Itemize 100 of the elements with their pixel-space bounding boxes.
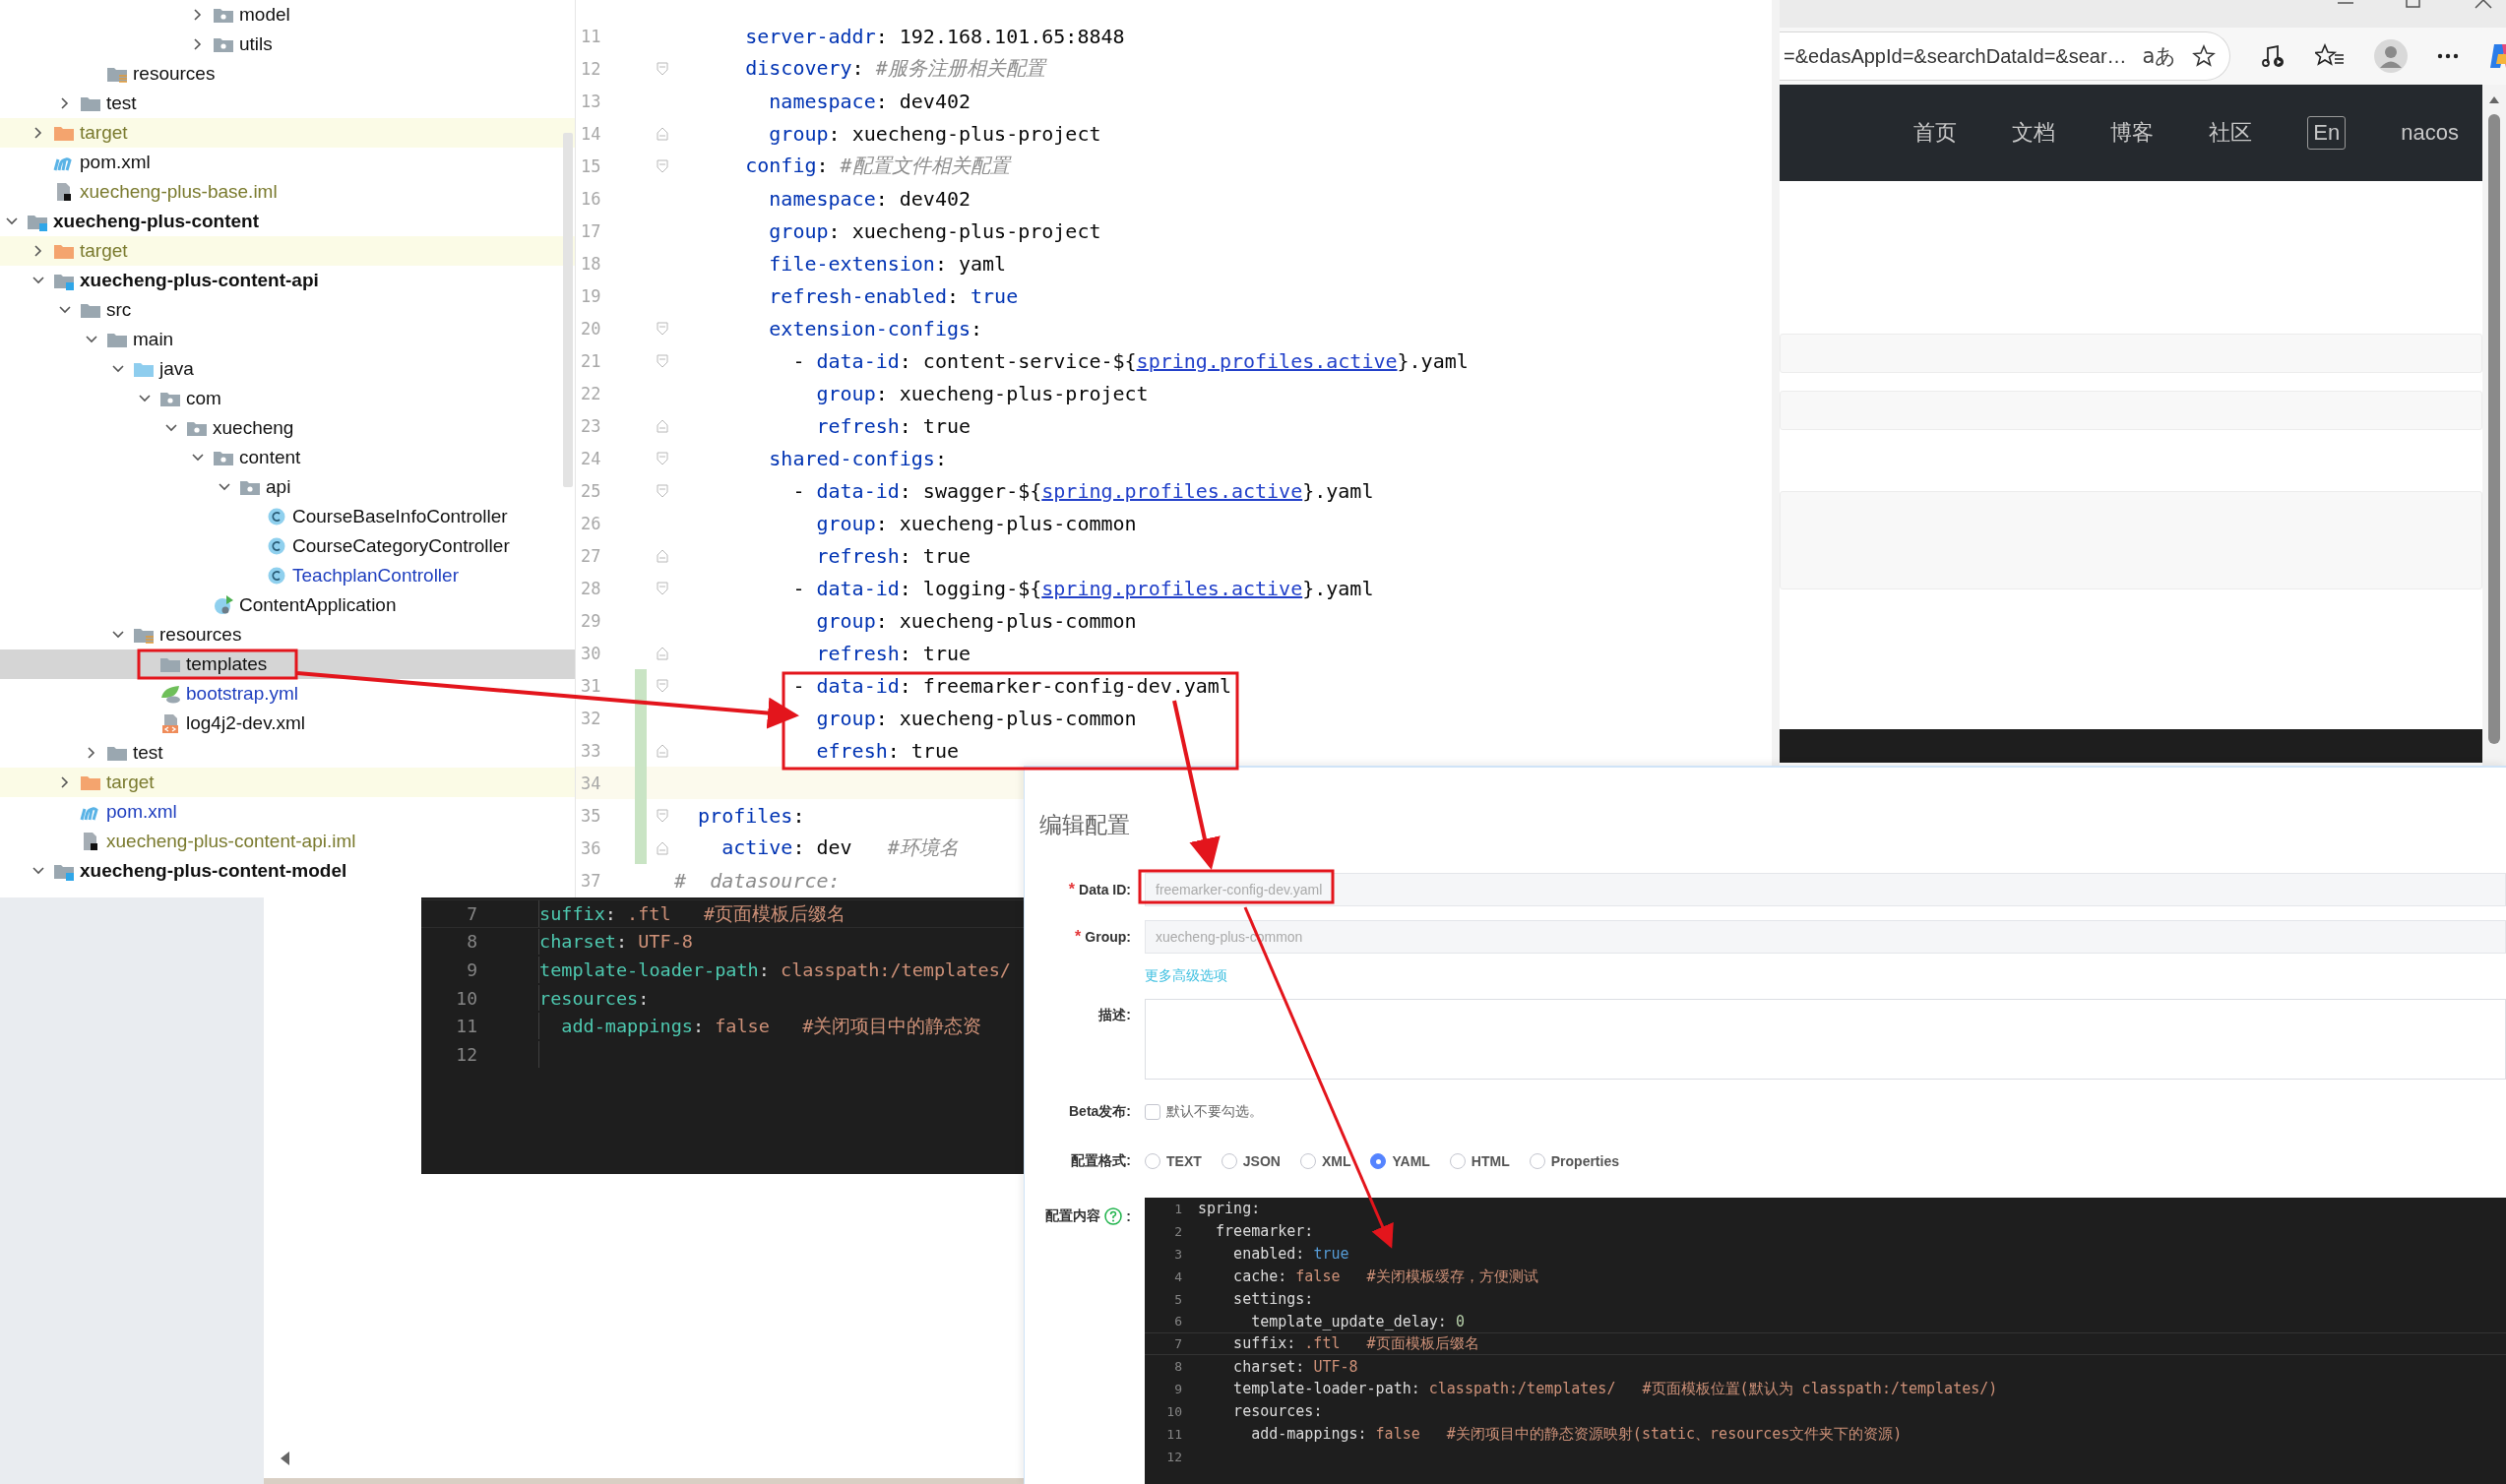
tree-item[interactable]: TeachplanController: [0, 561, 575, 590]
close-icon[interactable]: [2475, 0, 2492, 10]
tree-item[interactable]: CourseCategoryController: [0, 531, 575, 561]
fold-marker-icon[interactable]: [657, 451, 668, 465]
nav-link[interactable]: 社区: [2209, 118, 2253, 148]
tree-item-label: com: [186, 388, 221, 409]
tree-item[interactable]: java: [0, 354, 575, 384]
format-radio[interactable]: XML: [1299, 1153, 1351, 1169]
code-line: spring:: [1198, 1200, 1261, 1218]
tree-item[interactable]: main: [0, 325, 575, 354]
tree-item[interactable]: api: [0, 472, 575, 502]
line-number: 2: [1173, 1223, 1182, 1239]
line-number: 16: [580, 188, 601, 209]
tree-item[interactable]: pom.xml: [0, 797, 575, 827]
tree-item[interactable]: xuecheng-plus-content-model: [0, 856, 575, 886]
line-number: 8: [466, 931, 477, 953]
scrollbar-thumb[interactable]: [2488, 114, 2500, 744]
tree-item[interactable]: pom.xml: [0, 148, 575, 177]
fold-marker-icon[interactable]: [657, 483, 668, 498]
avatar-icon[interactable]: [2374, 39, 2408, 73]
nav-link[interactable]: 博客: [2110, 118, 2155, 148]
tree-item[interactable]: target: [0, 768, 575, 797]
tree-item[interactable]: ContentApplication: [0, 590, 575, 620]
code-line: profiles:: [697, 803, 805, 828]
tree-item[interactable]: resources: [0, 620, 575, 649]
tree-item[interactable]: test: [0, 89, 575, 118]
tree-item[interactable]: target: [0, 118, 575, 148]
format-radio[interactable]: JSON: [1221, 1153, 1281, 1169]
code-line: server-addr: 192.168.101.65:8848: [744, 24, 1125, 48]
restore-icon[interactable]: [2406, 0, 2423, 10]
fold-marker-icon[interactable]: [657, 808, 668, 823]
line-number: 23: [580, 415, 601, 436]
read-aloud-button[interactable]: aあ: [2142, 42, 2177, 70]
fold-marker-icon[interactable]: [657, 61, 668, 76]
code-line: group: xuecheng-plus-common: [815, 511, 1137, 535]
scroll-left-icon[interactable]: [279, 1451, 290, 1466]
fold-marker-icon[interactable]: [657, 126, 668, 141]
tree-item[interactable]: utils: [0, 30, 575, 59]
format-radio[interactable]: HTML: [1449, 1153, 1510, 1169]
description-field[interactable]: [1145, 999, 2506, 1080]
format-radio[interactable]: TEXT: [1145, 1153, 1202, 1169]
tree-item[interactable]: xuecheng-plus-base.iml: [0, 177, 575, 207]
fold-marker-icon[interactable]: [657, 353, 668, 368]
help-icon[interactable]: [1104, 1207, 1123, 1225]
config-code-editor[interactable]: [1145, 1198, 2506, 1484]
tree-item[interactable]: CourseBaseInfoController: [0, 502, 575, 531]
format-radio[interactable]: Properties: [1529, 1153, 1619, 1169]
line-number: 12: [580, 58, 601, 79]
tree-item[interactable]: resources: [0, 59, 575, 89]
tree-item[interactable]: templates: [0, 649, 575, 679]
line-number: 37: [580, 870, 601, 891]
tree-item[interactable]: test: [0, 738, 575, 768]
tree-item[interactable]: xuecheng-plus-content: [0, 207, 575, 236]
fold-marker-icon[interactable]: [657, 646, 668, 660]
minimize-icon[interactable]: [2337, 0, 2354, 6]
language-switch[interactable]: En: [2307, 116, 2347, 150]
nav-link[interactable]: 首页: [1913, 118, 1958, 148]
more-icon[interactable]: [2437, 53, 2459, 59]
fold-marker-icon[interactable]: [657, 581, 668, 595]
tree-item-label: resources: [159, 624, 242, 646]
line-number: 11: [1165, 1426, 1182, 1442]
fold-marker-icon[interactable]: [657, 548, 668, 563]
line-number: 29: [580, 610, 601, 631]
line-number: 11: [580, 26, 601, 46]
favorites-icon[interactable]: [2315, 43, 2345, 69]
tree-item[interactable]: xuecheng-plus-content-api.iml: [0, 827, 575, 856]
tree-item[interactable]: com: [0, 384, 575, 413]
star-icon[interactable]: [2192, 44, 2217, 68]
code-line: enabled: true: [1232, 1245, 1349, 1264]
line-number: 18: [580, 253, 601, 274]
code-line: add-mappings: false #关闭项目中的静态资: [561, 1015, 982, 1039]
nav-link[interactable]: 文档: [2012, 118, 2056, 148]
music-note-icon[interactable]: [2260, 43, 2286, 69]
checkbox[interactable]: [1145, 1104, 1160, 1120]
tree-item[interactable]: model: [0, 0, 575, 30]
nav-link[interactable]: nacos: [2401, 120, 2459, 146]
tree-item[interactable]: content: [0, 443, 575, 472]
code-line: settings:: [1232, 1290, 1314, 1308]
tree-item[interactable]: target: [0, 236, 575, 266]
code-line: config: #配置文件相关配置: [744, 153, 1010, 179]
fold-marker-icon[interactable]: [657, 158, 668, 173]
field-label: Beta发布:: [1069, 1103, 1131, 1121]
format-radio[interactable]: YAML: [1370, 1153, 1430, 1169]
tree-item[interactable]: xuecheng: [0, 413, 575, 443]
fold-marker-icon[interactable]: [657, 418, 668, 433]
line-number: 36: [580, 837, 601, 858]
tree-item[interactable]: src: [0, 295, 575, 325]
code-line: - data-id: content-service-${spring.profiles.active}.yaml: [791, 348, 1469, 373]
tree-item[interactable]: log4j2-dev.xml: [0, 709, 575, 738]
fold-marker-icon[interactable]: [657, 743, 668, 758]
fold-marker-icon[interactable]: [657, 840, 668, 855]
tree-item[interactable]: xuecheng-plus-content-api: [0, 266, 575, 295]
scrollbar[interactable]: [563, 133, 573, 487]
tree-item[interactable]: bootstrap.yml: [0, 679, 575, 709]
class-icon: [266, 566, 287, 586]
scroll-up-icon[interactable]: [2488, 94, 2500, 104]
code-line: refresh: true: [815, 641, 971, 665]
fold-marker-icon[interactable]: [657, 678, 668, 693]
fold-marker-icon[interactable]: [657, 321, 668, 336]
address-bar[interactable]: =&edasAppId=&searchDataId=&sear… aあ: [1780, 31, 2230, 81]
